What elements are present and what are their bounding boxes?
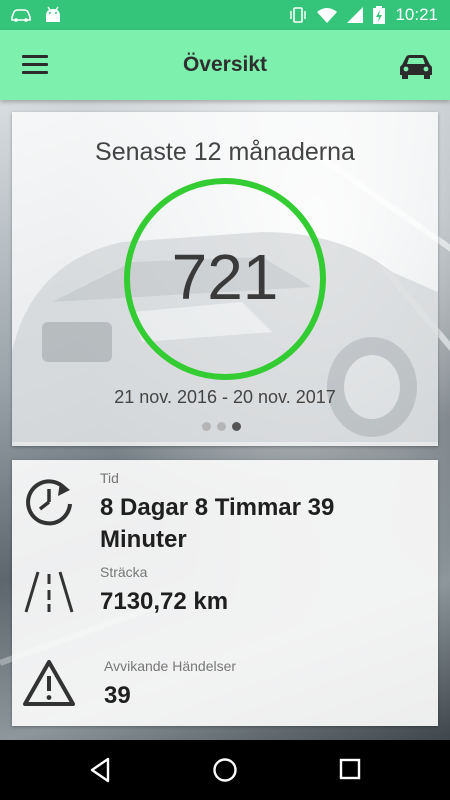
time-label: Tid: [100, 470, 119, 486]
car-icon[interactable]: [398, 52, 434, 80]
clock-rotate-icon: [26, 479, 72, 526]
page-dot[interactable]: [202, 422, 211, 431]
events-label: Avvikande Händelser: [104, 658, 237, 674]
time-value-line2: Minuter: [100, 526, 187, 553]
stats-card: Tid 8 Dagar 8 Timmar 39 Minuter Sträcka …: [12, 460, 438, 726]
summary-card[interactable]: Senaste 12 månaderna 721 21 nov. 2016 - …: [12, 112, 438, 446]
status-bar: 10:21: [0, 0, 450, 30]
distance-label: Sträcka: [100, 564, 148, 580]
page-dot[interactable]: [217, 422, 226, 431]
events-value: 39: [104, 682, 131, 709]
wifi-icon: [317, 8, 338, 23]
page-indicator: [202, 422, 241, 431]
date-range: 21 nov. 2016 - 20 nov. 2017: [114, 387, 336, 407]
signal-icon: [347, 7, 364, 23]
page-title: Översikt: [182, 53, 268, 76]
home-icon[interactable]: [212, 757, 238, 783]
summary-value: 721: [171, 241, 279, 313]
back-icon[interactable]: [88, 757, 112, 783]
time-value-line1: 8 Dagar 8 Timmar 39: [100, 494, 335, 521]
app-bar: Översikt: [0, 30, 450, 100]
recents-icon[interactable]: [339, 758, 361, 780]
status-time: 10:21: [395, 5, 438, 24]
road-icon: [24, 571, 74, 613]
summary-title: Senaste 12 månaderna: [95, 138, 355, 166]
car-notification-icon: [11, 9, 31, 22]
warning-icon: [23, 660, 75, 706]
page-dot-active[interactable]: [232, 422, 241, 431]
navigation-bar: [0, 740, 450, 800]
distance-value: 7130,72 km: [100, 588, 229, 615]
battery-icon: [373, 6, 386, 24]
android-icon: [46, 6, 60, 22]
vibrate-icon: [290, 7, 307, 23]
